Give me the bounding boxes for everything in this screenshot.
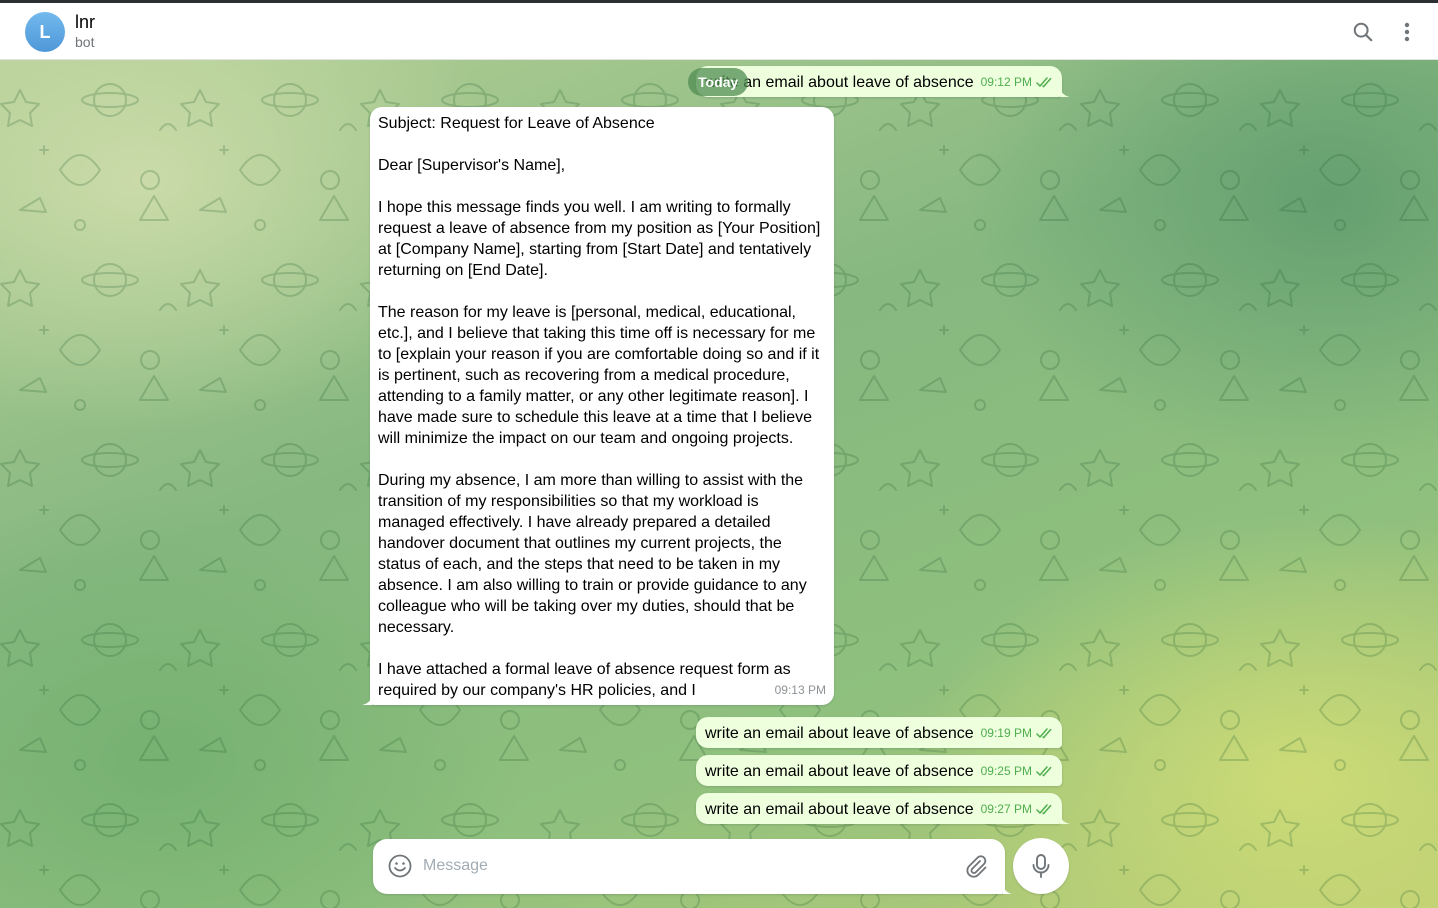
message-outgoing[interactable]: write an email about leave of absence 09… bbox=[696, 66, 1070, 97]
double-check-icon bbox=[1036, 804, 1052, 815]
message-text: write an email about leave of absence bbox=[705, 801, 974, 818]
chat-status: bot bbox=[75, 34, 95, 50]
message-incoming[interactable]: Subject: Request for Leave of Absence De… bbox=[370, 107, 834, 705]
message-time: 09:27 PM bbox=[980, 802, 1032, 816]
message-composer bbox=[373, 839, 1005, 894]
message-meta: 09:25 PM bbox=[981, 761, 1054, 782]
search-button[interactable] bbox=[1345, 14, 1381, 50]
message-outgoing[interactable]: write an email about leave of absence 09… bbox=[696, 793, 1070, 824]
smile-icon bbox=[388, 854, 412, 878]
message-text: Subject: Request for Leave of Absence De… bbox=[378, 115, 821, 699]
more-options-button[interactable] bbox=[1389, 14, 1425, 50]
message-meta: 09:12 PM bbox=[981, 72, 1054, 93]
double-check-icon bbox=[1036, 728, 1052, 739]
message-outgoing[interactable]: write an email about leave of absence 09… bbox=[696, 717, 1062, 748]
message-time: 09:13 PM bbox=[774, 683, 826, 697]
double-check-icon bbox=[1036, 77, 1052, 88]
microphone-icon bbox=[1032, 854, 1050, 878]
avatar[interactable]: L bbox=[25, 12, 65, 52]
search-icon bbox=[1353, 22, 1373, 42]
message-text: write an email about leave of absence bbox=[705, 725, 974, 742]
chat-title[interactable]: lnr bbox=[75, 12, 95, 33]
double-check-icon bbox=[1036, 766, 1052, 777]
composer-tail bbox=[1003, 882, 1012, 894]
message-time: 09:12 PM bbox=[980, 75, 1032, 89]
message-time: 09:19 PM bbox=[980, 726, 1032, 740]
message-outgoing[interactable]: write an email about leave of absence 09… bbox=[696, 755, 1062, 786]
bubble-tail bbox=[1060, 812, 1070, 824]
attach-button[interactable] bbox=[963, 853, 989, 879]
more-vertical-icon bbox=[1404, 22, 1410, 42]
message-time: 09:25 PM bbox=[980, 764, 1032, 778]
emoji-button[interactable] bbox=[387, 853, 413, 879]
bubble-tail bbox=[1060, 85, 1070, 97]
message-meta: 09:19 PM bbox=[981, 723, 1054, 744]
bubble-tail bbox=[362, 693, 372, 705]
message-meta: 09:13 PM bbox=[768, 680, 826, 701]
date-divider: Today bbox=[688, 68, 749, 96]
paperclip-icon bbox=[966, 855, 987, 878]
message-text: write an email about leave of absence bbox=[705, 763, 974, 780]
message-input[interactable] bbox=[423, 853, 943, 879]
message-meta: 09:27 PM bbox=[981, 799, 1054, 820]
chat-header[interactable]: L lnr bot bbox=[0, 3, 1438, 60]
record-voice-button[interactable] bbox=[1013, 838, 1069, 894]
